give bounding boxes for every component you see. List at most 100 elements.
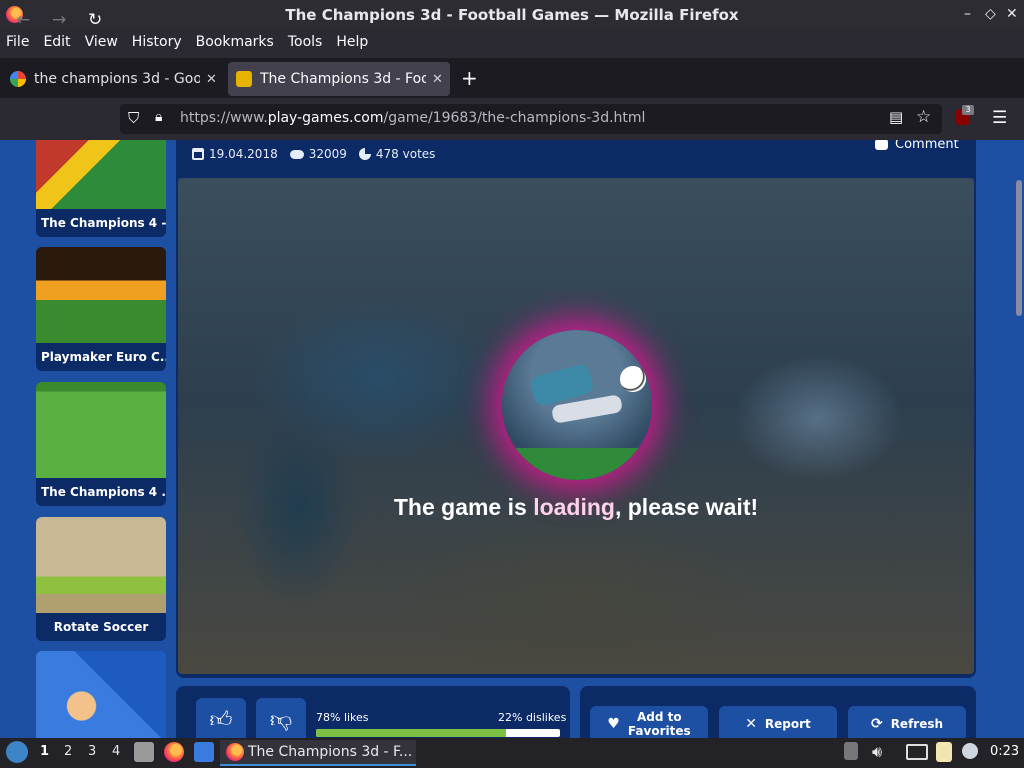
- heart-icon: ♥: [607, 716, 620, 732]
- url-text[interactable]: https://www.play-games.com/game/19683/th…: [180, 110, 645, 126]
- title-bar: The Champions 3d - Football Games — Mozi…: [0, 0, 1024, 30]
- workspace-4[interactable]: 4: [112, 744, 120, 759]
- clipboard-icon[interactable]: [844, 742, 858, 760]
- reader-view-icon[interactable]: ▤: [889, 108, 903, 126]
- tab-label: The Champions 3d - Football: [260, 71, 426, 87]
- comment-label: Comment: [895, 140, 959, 152]
- calendar-icon: [192, 148, 204, 160]
- tab-champions-3d[interactable]: The Champions 3d - Football ✕: [228, 62, 450, 96]
- game-thumbnail: [36, 382, 166, 478]
- forward-arrow-icon[interactable]: →: [52, 10, 66, 30]
- firefox-icon: [226, 743, 244, 761]
- workspace-3[interactable]: 3: [88, 744, 96, 759]
- clock: 0:23: [990, 744, 1020, 759]
- game-loading-avatar: [502, 330, 652, 480]
- minimize-button[interactable]: –: [964, 6, 971, 22]
- pie-chart-icon: [358, 148, 371, 160]
- date-item: 19.04.2018: [192, 147, 278, 161]
- game-card[interactable]: The Champions 4 - ...: [36, 140, 166, 237]
- thumbs-down-icon: 👎︎: [269, 708, 293, 733]
- game-card[interactable]: The Champions 4 ...: [36, 382, 166, 506]
- menu-edit[interactable]: Edit: [43, 34, 70, 50]
- page-content: The Champions 4 - ... Playmaker Euro C..…: [0, 140, 1014, 738]
- likes-label: 78% likes: [316, 711, 369, 724]
- notification-icon[interactable]: [962, 743, 978, 759]
- football-icon: [620, 366, 646, 392]
- menu-history[interactable]: History: [132, 34, 182, 50]
- votes-item: 478 votes: [358, 147, 436, 161]
- close-tab-icon[interactable]: ✕: [206, 72, 217, 87]
- close-tab-icon[interactable]: ✕: [432, 72, 443, 87]
- game-card[interactable]: Playmaker Euro C...: [36, 247, 166, 371]
- menu-bar: File Edit View History Bookmarks Tools H…: [0, 30, 1024, 54]
- tab-label: the champions 3d - Google: [34, 71, 200, 87]
- workspace-2[interactable]: 2: [64, 744, 72, 759]
- workspace-1[interactable]: 1: [40, 744, 49, 759]
- gamepad-icon: [289, 149, 304, 159]
- likes-fill: [316, 729, 507, 737]
- notes-icon[interactable]: [936, 742, 952, 762]
- maximize-button[interactable]: ◇: [985, 6, 996, 22]
- game-thumbnail: [36, 517, 166, 613]
- volume-icon[interactable]: 🔊︎: [872, 742, 882, 762]
- new-tab-button[interactable]: +: [461, 66, 478, 90]
- google-icon: [10, 71, 26, 87]
- comment-button[interactable]: Comment: [875, 140, 959, 152]
- report-label: Report: [764, 717, 811, 731]
- favorites-label: Add to Favorites: [627, 710, 691, 738]
- hamburger-menu-icon[interactable]: ☰: [992, 108, 1007, 128]
- refresh-label: Refresh: [890, 717, 944, 731]
- comment-bubble-icon: [875, 140, 888, 150]
- game-meta: 19.04.2018 32009 478 votes: [192, 147, 447, 161]
- start-menu-icon[interactable]: [6, 741, 28, 763]
- vote-count: 478 votes: [375, 147, 436, 161]
- tab-bar: the champions 3d - Google ✕ The Champion…: [0, 58, 1024, 98]
- play-games-favicon-icon: [236, 71, 252, 87]
- release-date: 19.04.2018: [209, 147, 278, 161]
- play-count: 32009: [308, 147, 347, 161]
- thumbs-up-icon: 👍︎: [209, 708, 233, 733]
- like-button[interactable]: 👍︎: [196, 698, 246, 738]
- scrollbar-thumb[interactable]: [1016, 180, 1022, 316]
- taskbar-window-label: The Champions 3d - F...: [248, 744, 413, 760]
- shield-icon[interactable]: ⛉: [128, 109, 139, 127]
- tab-google-search[interactable]: the champions 3d - Google ✕: [2, 62, 224, 96]
- game-thumbnail: [36, 140, 166, 209]
- tools-icon: ✕: [745, 716, 757, 732]
- menu-tools[interactable]: Tools: [288, 34, 323, 50]
- loading-message: The game is loading, please wait!: [393, 494, 759, 520]
- game-thumbnail: [36, 651, 166, 738]
- lock-icon[interactable]: 🔒︎: [155, 109, 162, 125]
- game-card-title: The Champions 4 ...: [41, 485, 166, 499]
- game-card[interactable]: Rotate Soccer: [36, 517, 166, 641]
- menu-bookmarks[interactable]: Bookmarks: [196, 34, 274, 50]
- dislikes-label: 22% dislikes: [498, 711, 567, 724]
- desktop-icon[interactable]: [194, 742, 214, 762]
- rating-bar: [316, 729, 560, 737]
- pitch-strip: [502, 448, 652, 480]
- menu-view[interactable]: View: [85, 34, 118, 50]
- window-title: The Champions 3d - Football Games — Mozi…: [285, 6, 739, 24]
- game-card-title: Playmaker Euro C...: [41, 350, 166, 364]
- plays-item: 32009: [289, 147, 347, 161]
- menu-help[interactable]: Help: [336, 34, 368, 50]
- add-to-favorites-button[interactable]: ♥ Add to Favorites: [590, 706, 708, 738]
- report-button[interactable]: ✕ Report: [719, 706, 837, 738]
- bookmark-star-icon[interactable]: ☆: [916, 107, 931, 127]
- refresh-icon: ⟳: [870, 716, 883, 732]
- extension-badge: 3: [962, 105, 974, 115]
- game-card-title: Rotate Soccer: [53, 620, 149, 634]
- refresh-button[interactable]: ⟳ Refresh: [848, 706, 966, 738]
- reload-icon[interactable]: ↻: [88, 10, 102, 30]
- network-icon[interactable]: [906, 744, 928, 760]
- game-canvas[interactable]: The game is loading, please wait!: [178, 178, 974, 674]
- game-card-title: The Champions 4 - ...: [41, 216, 166, 230]
- back-arrow-icon[interactable]: ←: [16, 10, 30, 30]
- menu-file[interactable]: File: [6, 34, 29, 50]
- file-manager-icon[interactable]: [134, 742, 154, 762]
- game-thumbnail: [36, 247, 166, 343]
- dislike-button[interactable]: 👎︎: [256, 698, 306, 738]
- firefox-launcher-icon[interactable]: [164, 742, 184, 762]
- close-window-button[interactable]: ✕: [1006, 6, 1018, 22]
- game-card[interactable]: [36, 651, 166, 738]
